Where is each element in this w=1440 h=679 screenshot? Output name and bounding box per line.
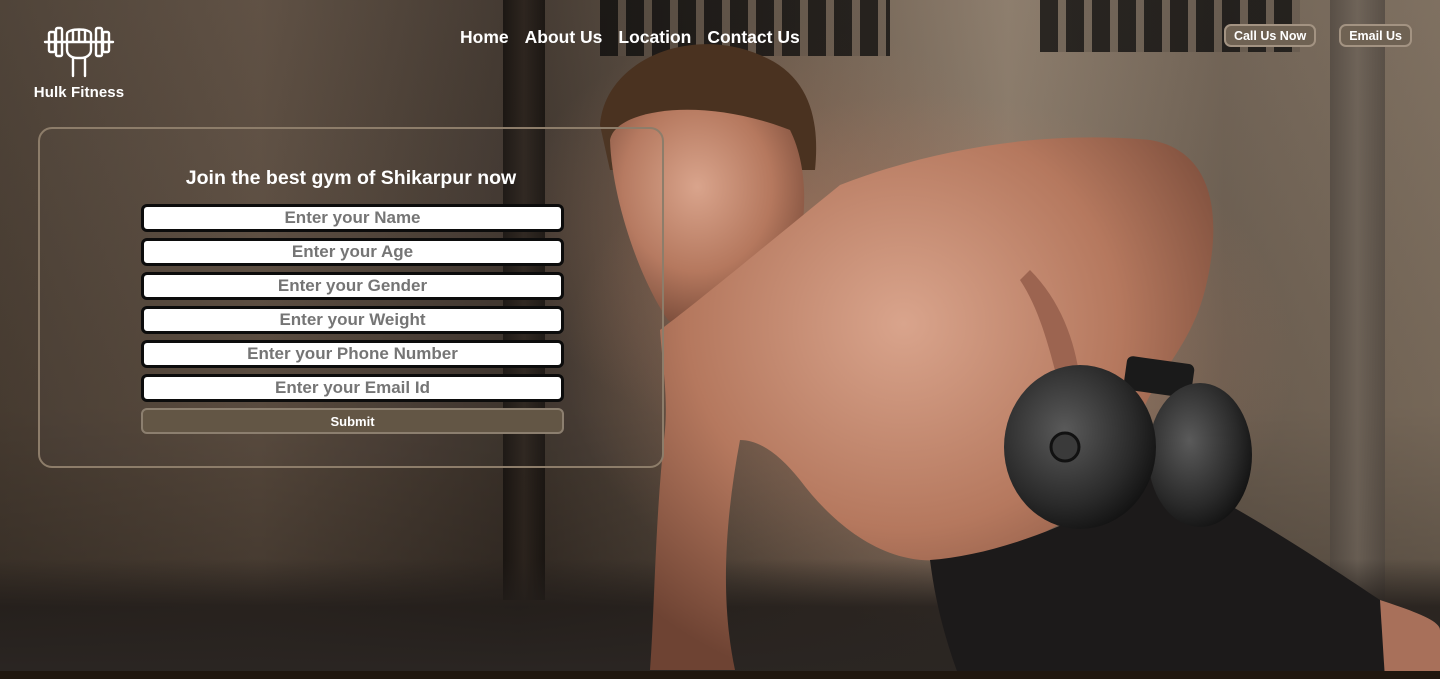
call-us-now-button[interactable]: Call Us Now <box>1223 24 1317 47</box>
page: Hulk Fitness Home About Us Location Cont… <box>0 0 1440 679</box>
header-actions: Call Us Now Email Us <box>1223 24 1412 47</box>
email-us-button[interactable]: Email Us <box>1339 24 1412 47</box>
age-field[interactable] <box>141 238 564 266</box>
join-form: Submit <box>141 204 564 434</box>
dumbbell-fist-icon <box>43 26 115 78</box>
form-title: Join the best gym of Shikarpur now <box>185 167 517 189</box>
join-form-card: Join the best gym of Shikarpur now Submi… <box>38 127 664 468</box>
background-pillar <box>1330 0 1385 600</box>
email-field[interactable] <box>141 374 564 402</box>
main-nav: Home About Us Location Contact Us <box>452 25 808 50</box>
phone-field[interactable] <box>141 340 564 368</box>
page-bottom-edge <box>0 671 1440 679</box>
weight-field[interactable] <box>141 306 564 334</box>
background-floor <box>0 559 1440 679</box>
nav-item-about-us[interactable]: About Us <box>517 25 611 50</box>
nav-item-contact-us[interactable]: Contact Us <box>699 25 807 50</box>
gender-field[interactable] <box>141 272 564 300</box>
nav-item-location[interactable]: Location <box>610 25 699 50</box>
brand-name: Hulk Fitness <box>33 84 125 101</box>
brand-logo[interactable]: Hulk Fitness <box>30 22 128 101</box>
submit-button[interactable]: Submit <box>141 408 564 434</box>
name-field[interactable] <box>141 204 564 232</box>
nav-item-home[interactable]: Home <box>452 25 517 50</box>
